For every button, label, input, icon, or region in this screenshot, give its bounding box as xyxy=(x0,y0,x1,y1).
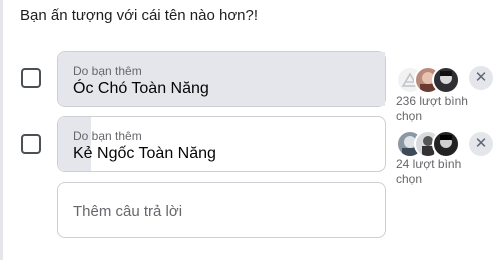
left-border xyxy=(0,0,3,260)
option-1-added-by: Do bạn thêm xyxy=(73,64,142,78)
avatar xyxy=(432,66,460,94)
option-2-text: Kẻ Ngốc Toàn Năng xyxy=(73,145,216,162)
option-2[interactable]: Do bạn thêm Kẻ Ngốc Toàn Năng xyxy=(57,116,386,172)
option-1[interactable]: Do bạn thêm Óc Chó Toàn Năng xyxy=(57,51,386,107)
add-answer-field[interactable]: Thêm câu trả lời xyxy=(57,182,386,238)
close-icon[interactable]: ✕ xyxy=(469,132,493,156)
option-2-added-by: Do bạn thêm xyxy=(73,129,142,143)
option-2-voters[interactable] xyxy=(396,130,466,158)
option-1-voters[interactable] xyxy=(396,66,466,94)
close-icon[interactable]: ✕ xyxy=(469,66,493,90)
option-1-vote-count[interactable]: 236 lượt bình chọn xyxy=(396,94,468,124)
option-1-text: Óc Chó Toàn Năng xyxy=(73,80,209,97)
poll-question: Bạn ấn tượng với cái tên nào hơn?! xyxy=(20,7,259,24)
option-2-vote-count[interactable]: 24 lượt bình chọn xyxy=(396,157,468,187)
option-2-checkbox[interactable] xyxy=(21,134,41,154)
avatar xyxy=(432,130,460,158)
option-1-checkbox[interactable] xyxy=(21,68,41,88)
add-answer-placeholder: Thêm câu trả lời xyxy=(73,203,183,220)
